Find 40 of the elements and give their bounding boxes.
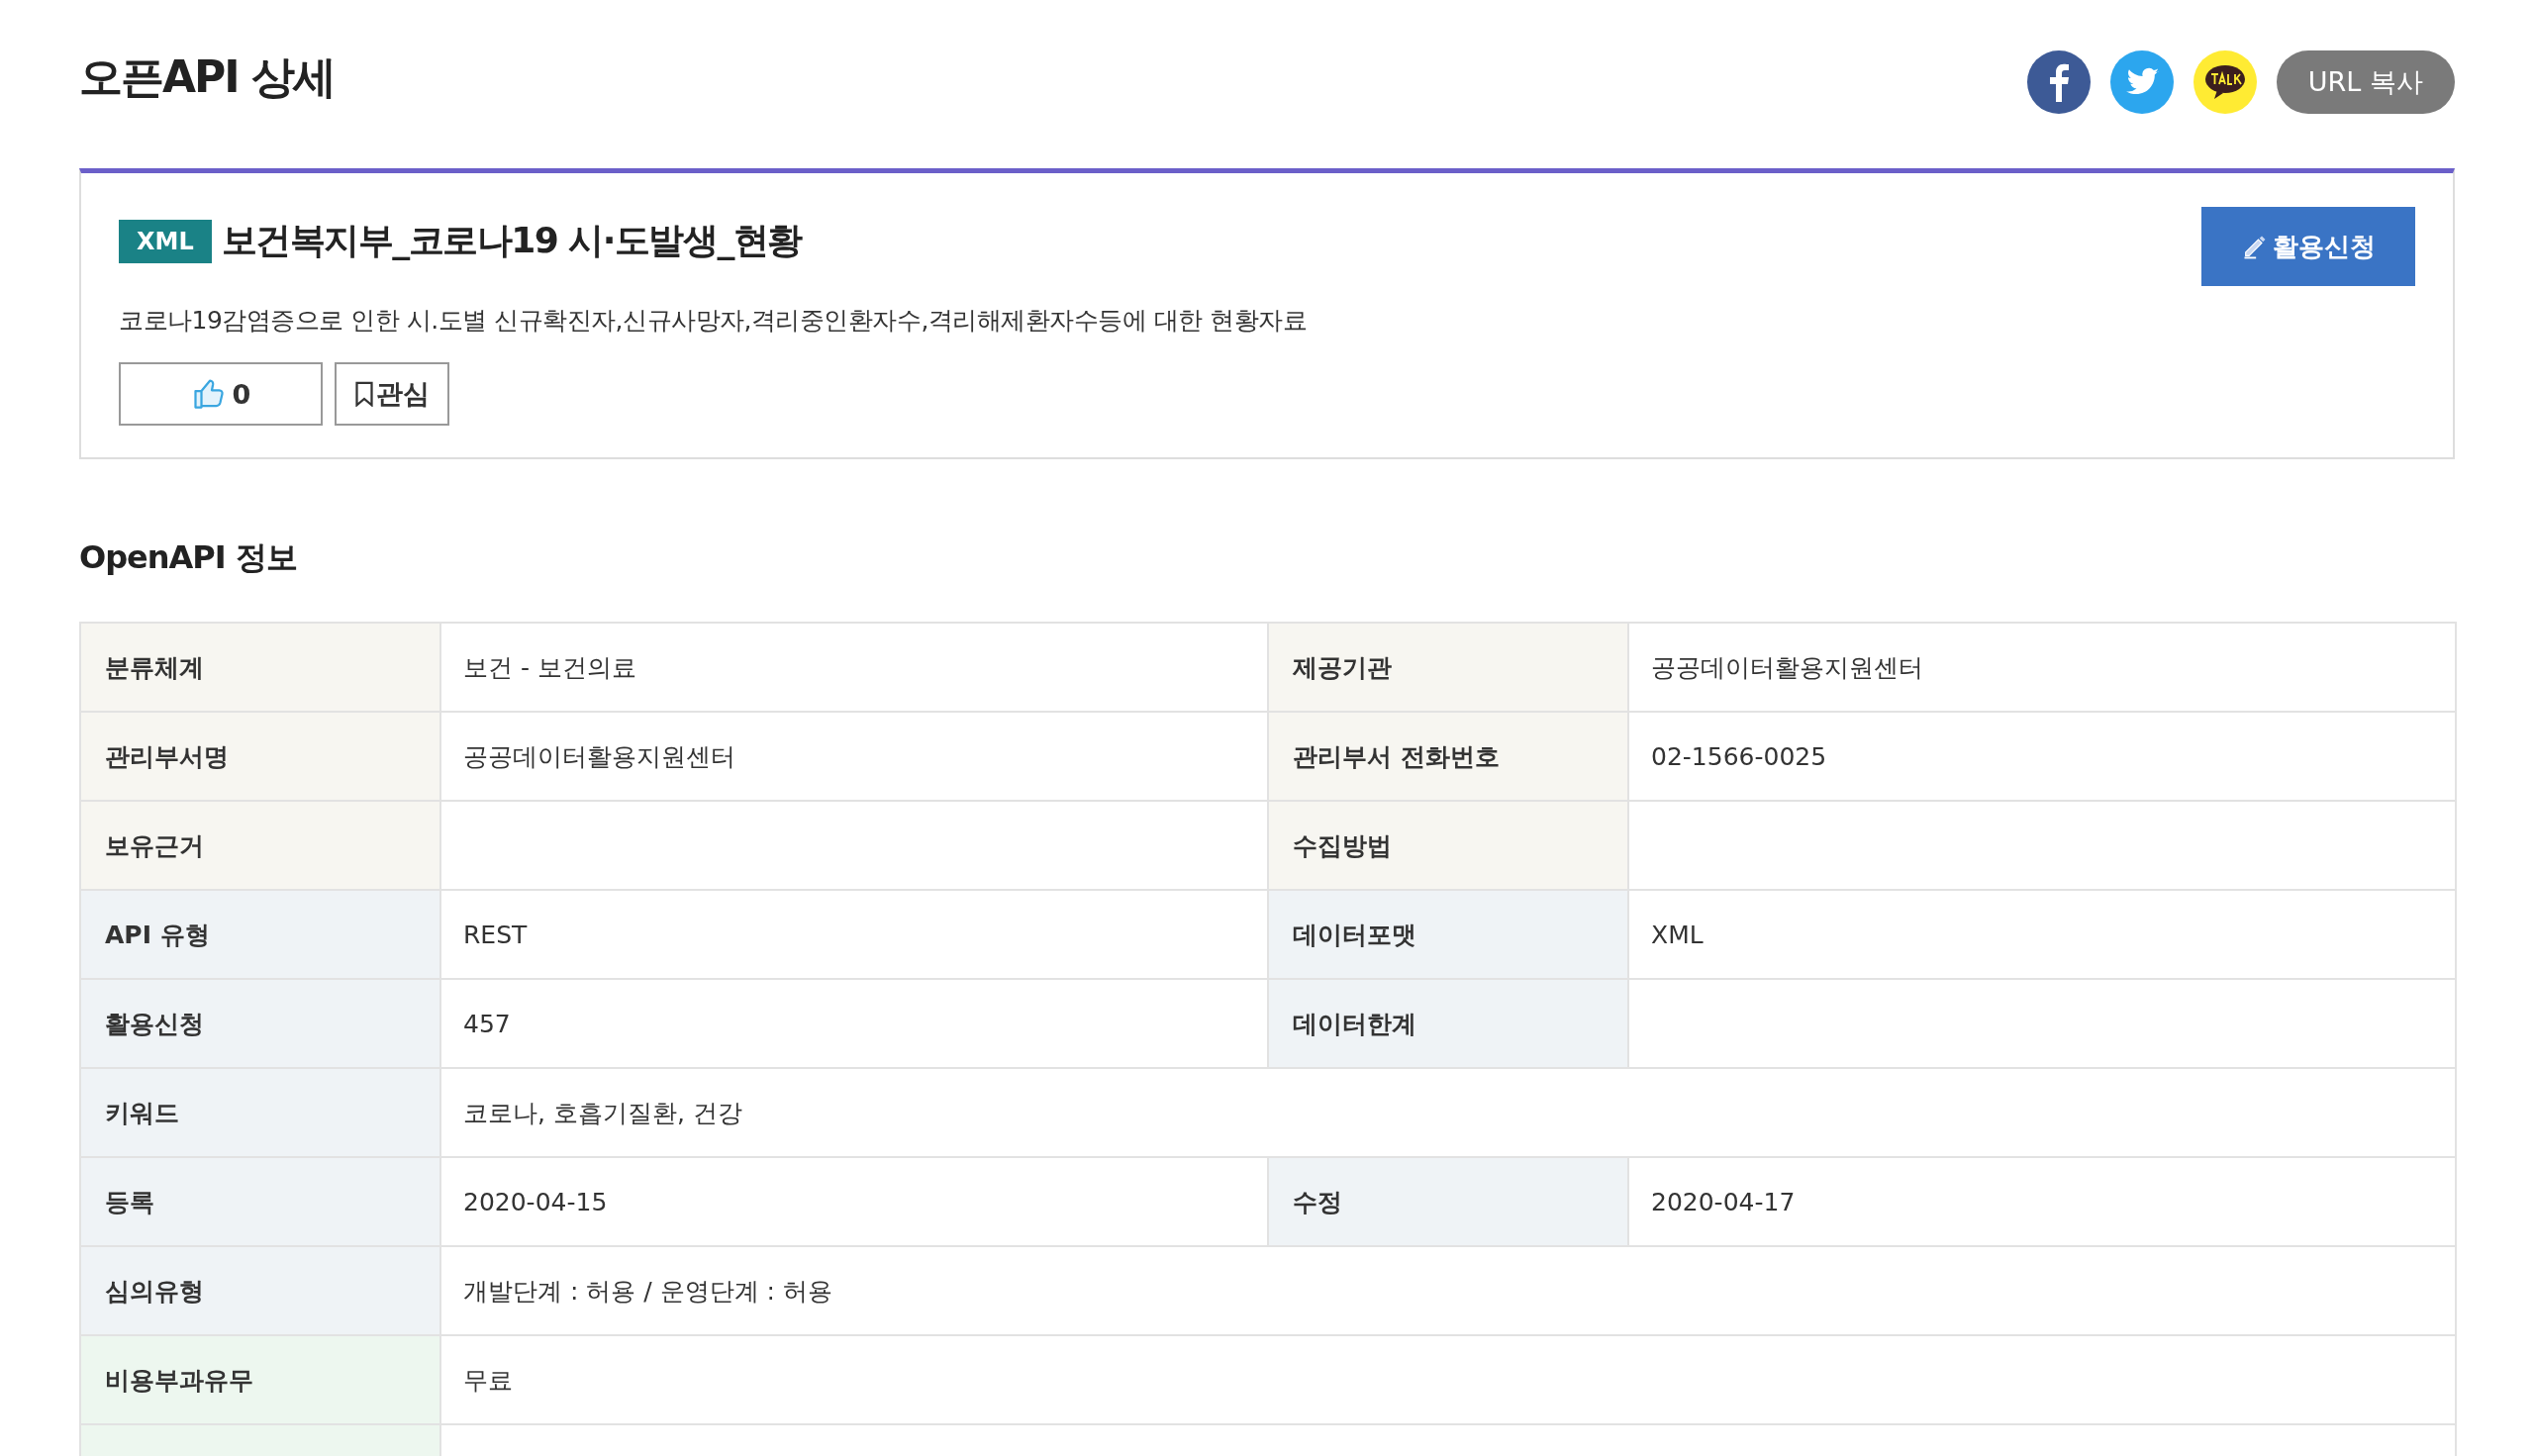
table-cell: 공공데이터활용지원센터: [440, 712, 1268, 801]
row-header-cell: 수정: [1268, 1157, 1628, 1246]
row-header-cell: 데이터한계: [1268, 979, 1628, 1068]
format-badge: XML: [119, 219, 212, 263]
bookmark-button[interactable]: 관심: [335, 362, 449, 426]
dataset-title: 보건복지부_코로나19 시·도발생_현황: [221, 219, 802, 262]
table-cell: 코로나, 호흡기질환, 건강: [440, 1068, 2456, 1157]
apply-button[interactable]: 활용신청: [2201, 207, 2415, 286]
bookmark-icon: [354, 381, 374, 407]
table-cell: 개발단계 : 허용 / 운영단계 : 허용: [440, 1246, 2456, 1335]
row-header-cell: 데이터포맷: [1268, 890, 1628, 979]
table-cell: 457: [440, 979, 1268, 1068]
row-header-cell: API 유형: [80, 890, 440, 979]
table-cell: 02-1566-0025: [1628, 712, 2456, 801]
like-button[interactable]: 0: [119, 362, 323, 426]
row-header-cell: 심의유형: [80, 1246, 440, 1335]
row-header-cell: 관리부서명: [80, 712, 440, 801]
bird-icon[interactable]: [2109, 50, 2174, 114]
row-header-cell: 등록: [80, 1157, 440, 1246]
row-header-cell: 활용신청: [80, 979, 440, 1068]
table-cell: 공공데이터활용지원센터: [1628, 623, 2456, 712]
dataset-description: 코로나19감염증으로 인한 시.도별 신규확진자,신규사망자,격리중인환자수,격리해제환자수등에 대한 현황자료: [119, 305, 1309, 337]
speech-bubble-icon[interactable]: [2193, 50, 2257, 114]
table-cell: 무료: [440, 1335, 2456, 1424]
row-header-cell: 키워드: [80, 1068, 440, 1157]
row-header-cell: 수집방법: [1268, 801, 1628, 890]
table-cell: 2020-04-17: [1628, 1157, 2456, 1246]
facebook-icon[interactable]: [2026, 50, 2091, 114]
table-cell: 보건 - 보건의료: [440, 623, 1268, 712]
section-heading: OpenAPI 정보: [79, 537, 298, 578]
row-header-cell: 분류체계: [80, 623, 440, 712]
row-header-cell: 비용부과유무: [80, 1335, 440, 1424]
table-cell: XML: [1628, 890, 2456, 979]
copy-url-button[interactable]: URL 복사: [2276, 50, 2455, 114]
row-header-cell: 제공기관: [1268, 623, 1628, 712]
table-cell: 2020-04-15: [440, 1157, 1268, 1246]
table-cell: REST: [440, 890, 1268, 979]
page-title: 오픈API 상세: [79, 49, 335, 104]
row-header-cell: 관리부서 전화번호: [1268, 712, 1628, 801]
row-header-cell: 보유근거: [80, 801, 440, 890]
